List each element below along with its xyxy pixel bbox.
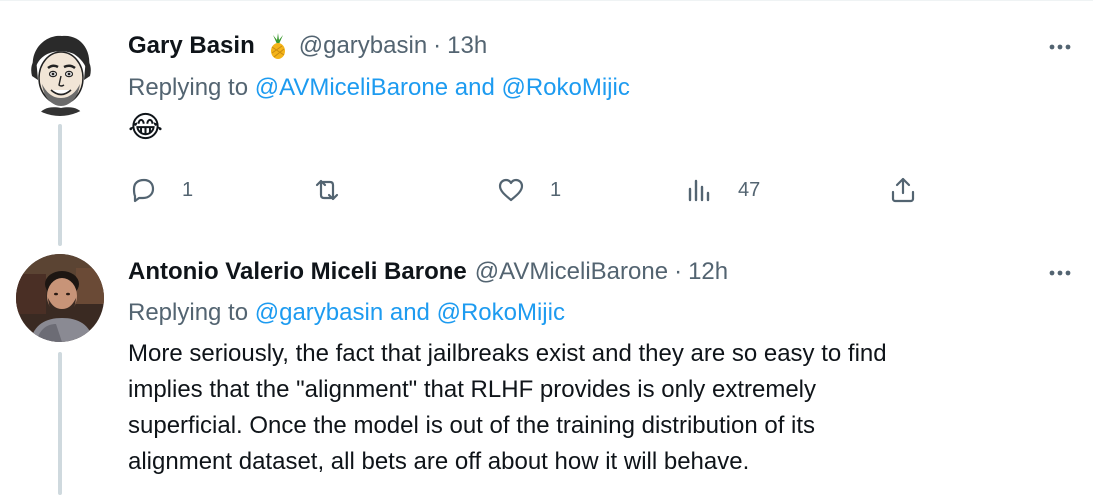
avatar-photo bbox=[16, 254, 104, 342]
retweet-button[interactable] bbox=[312, 170, 366, 210]
replying-prefix: Replying to bbox=[128, 74, 249, 101]
avatar-cartoon-portrait bbox=[16, 28, 104, 116]
reply-count: 1 bbox=[182, 178, 194, 201]
timestamp[interactable]: 12h bbox=[688, 257, 728, 287]
avatar[interactable] bbox=[16, 254, 104, 342]
like-button[interactable]: 1 bbox=[496, 170, 561, 210]
tweet-text-line: implies that the "alignment" that RLHF p… bbox=[128, 376, 816, 403]
views-count: 47 bbox=[738, 178, 761, 201]
thread-connector-line-lower bbox=[58, 352, 62, 495]
heart-icon bbox=[498, 178, 524, 202]
display-name[interactable]: Antonio Valerio Miceli Barone bbox=[128, 257, 467, 287]
tweet-text: More seriously, the fact that jailbreaks… bbox=[128, 336, 1078, 480]
tweet-actions: 1 1 47 bbox=[128, 170, 958, 210]
more-dots-icon bbox=[1049, 44, 1071, 50]
replying-to-line: Replying to @garybasin and @RokoMijic bbox=[128, 298, 565, 328]
timestamp[interactable]: 13h bbox=[447, 31, 487, 61]
reply-button[interactable]: 1 bbox=[128, 170, 193, 210]
tweet-header: Antonio Valerio Miceli Barone @AVMiceliB… bbox=[128, 257, 728, 287]
views-bar-chart-icon bbox=[688, 179, 710, 202]
mention-and: and bbox=[454, 74, 495, 101]
tweet-text-line: alignment dataset, all bets are off abou… bbox=[128, 448, 750, 475]
like-count: 1 bbox=[550, 178, 562, 201]
mention-link[interactable]: @AVMiceliBarone bbox=[255, 74, 448, 101]
thread-connector-line bbox=[58, 124, 62, 246]
mention-link[interactable]: @RokoMijic bbox=[501, 74, 629, 101]
more-options-button[interactable] bbox=[1040, 32, 1080, 62]
reply-icon bbox=[132, 178, 155, 203]
share-icon bbox=[891, 177, 915, 203]
tweet-text-line: More seriously, the fact that jailbreaks… bbox=[128, 340, 887, 367]
share-button[interactable] bbox=[888, 170, 918, 210]
mention-and: and bbox=[389, 299, 430, 326]
replying-prefix: Replying to bbox=[128, 299, 249, 326]
avatar[interactable] bbox=[16, 28, 104, 116]
more-dots-icon bbox=[1049, 270, 1071, 276]
separator-dot: · bbox=[674, 258, 683, 285]
top-divider bbox=[0, 0, 1093, 1]
display-name[interactable]: Gary Basin bbox=[128, 31, 255, 61]
views-button[interactable]: 47 bbox=[684, 170, 760, 210]
more-options-button[interactable] bbox=[1040, 258, 1080, 288]
tweet-text-line: superficial. Once the model is out of th… bbox=[128, 412, 816, 439]
replying-to-line: Replying to @AVMiceliBarone and @RokoMij… bbox=[128, 73, 630, 103]
user-handle[interactable]: @garybasin bbox=[299, 31, 427, 61]
user-handle[interactable]: @AVMiceliBarone bbox=[475, 257, 668, 287]
separator-dot: · bbox=[433, 32, 442, 59]
pineapple-icon bbox=[263, 32, 291, 60]
retweet-icon bbox=[315, 179, 339, 201]
mention-link[interactable]: @RokoMijic bbox=[437, 299, 565, 326]
mention-link[interactable]: @garybasin bbox=[255, 299, 383, 326]
tweet-text: 😂 bbox=[128, 111, 164, 144]
tweet-header: Gary Basin @garybasin · 13h bbox=[128, 31, 487, 61]
